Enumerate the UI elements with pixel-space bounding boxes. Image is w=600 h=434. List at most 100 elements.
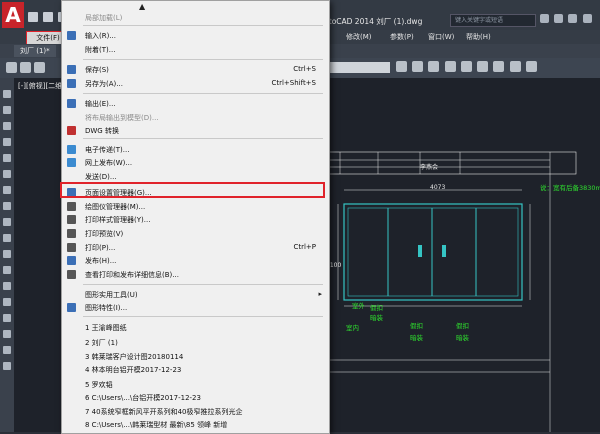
- layer-state-icon[interactable]: [493, 61, 505, 72]
- new-icon[interactable]: [28, 12, 38, 22]
- exchange-icon[interactable]: [554, 14, 564, 23]
- file-menu-item[interactable]: 输出(E)...: [61, 97, 328, 110]
- plotter-icon: [67, 202, 76, 211]
- file-menu-item[interactable]: 4 林本明台铝开模2017-12-23: [61, 363, 328, 376]
- etransmit-icon: [67, 145, 76, 154]
- help-icon[interactable]: [568, 14, 578, 23]
- color-icon[interactable]: [396, 61, 407, 72]
- ellipse-tool-icon[interactable]: [3, 218, 11, 226]
- file-menu-item[interactable]: 6 C:\Users\...\台铝开模2017-12-23: [61, 391, 328, 404]
- file-menu-item[interactable]: 2 刘厂 (1): [61, 336, 328, 349]
- file-menu-item[interactable]: 1 王渝峰图纸: [61, 321, 328, 334]
- menu-separator: [83, 93, 323, 94]
- draw-line-icon[interactable]: [6, 62, 17, 73]
- menu-item-label: 打印(P)...: [85, 244, 116, 252]
- file-menu-item[interactable]: 5 罗欢韬: [61, 378, 328, 391]
- file-menu-item[interactable]: 绘图仪管理器(M)...: [61, 200, 328, 213]
- file-menu-item[interactable]: 打印样式管理器(Y)...: [61, 213, 328, 226]
- file-menu-item[interactable]: 7 40系统窄框新风平开系列和40极窄推拉系列光企: [61, 405, 328, 418]
- menu-item-label: 2 刘厂 (1): [85, 339, 118, 347]
- cloud-tool-icon[interactable]: [3, 186, 11, 194]
- draw-polyline-icon[interactable]: [20, 62, 31, 73]
- preview-icon: [67, 229, 76, 238]
- file-menu-item[interactable]: 打印(P)... Ctrl+P: [61, 241, 328, 254]
- region-tool-icon[interactable]: [3, 314, 11, 322]
- dwg-convert-icon: [67, 126, 76, 135]
- properties-icon: [67, 303, 76, 312]
- circle-tool-icon[interactable]: [3, 170, 11, 178]
- menu-help[interactable]: 帮助(H): [466, 32, 491, 42]
- user-icon[interactable]: [540, 14, 549, 23]
- file-menu-item[interactable]: 打印预览(V): [61, 227, 328, 240]
- polyline-tool-icon[interactable]: [3, 106, 11, 114]
- menu-modify[interactable]: 修改(M): [346, 32, 372, 42]
- drawing-label: 暗装: [370, 314, 383, 322]
- match-icon[interactable]: [428, 61, 440, 72]
- file-menu-item[interactable]: 保存(S) Ctrl+S: [61, 63, 328, 76]
- sun-icon[interactable]: [460, 61, 472, 72]
- menu-item-label: 7 40系统窄框新风平开系列和40极窄推拉系列光企: [85, 408, 243, 416]
- spline-tool-icon[interactable]: [3, 202, 11, 210]
- menu-item-shortcut: Ctrl+S: [293, 65, 316, 73]
- file-menu-item[interactable]: 附着(T)...: [61, 43, 328, 56]
- file-menu-item[interactable]: 输入(R)...: [61, 29, 328, 42]
- make-block-icon[interactable]: [3, 250, 11, 258]
- menu-item-label: 输入(R)...: [85, 32, 117, 40]
- publish-web-icon: [67, 158, 76, 167]
- hatch-tool-icon[interactable]: [3, 282, 11, 290]
- close-icon[interactable]: [582, 14, 592, 23]
- file-menu-item[interactable]: 图形特性(I)...: [61, 301, 328, 314]
- lock-icon[interactable]: [477, 61, 489, 72]
- save-icon: [67, 65, 76, 74]
- menu-item-label: 图形特性(I)...: [85, 304, 128, 312]
- file-menu-item[interactable]: 发布(H)...: [61, 254, 328, 267]
- menu-parameters[interactable]: 参数(P): [390, 32, 414, 42]
- point-tool-icon[interactable]: [3, 266, 11, 274]
- cad-drawing: [327, 151, 577, 432]
- light-bulb-icon[interactable]: [444, 61, 456, 72]
- draw-arc-icon[interactable]: [34, 62, 45, 73]
- menu-item-label: 发布(H)...: [85, 257, 117, 265]
- gradient-tool-icon[interactable]: [3, 298, 11, 306]
- file-menu-item[interactable]: 8 C:\Users\...\韩莱瑞型材 最新\85 领峰 新增: [61, 418, 328, 431]
- file-menu-item[interactable]: DWG 转换: [61, 124, 328, 137]
- menu-item-label: 保存(S): [85, 66, 109, 74]
- menu-item-label: 网上发布(W)...: [85, 159, 133, 167]
- file-menu-item[interactable]: 3 韩莱瑞客户设计图20180114: [61, 350, 328, 363]
- menu-item-shortcut: Ctrl+P: [293, 243, 316, 251]
- import-icon: [67, 31, 76, 40]
- menu-item-label: 查看打印和发布详细信息(B)...: [85, 271, 179, 279]
- polygon-tool-icon[interactable]: [3, 122, 11, 130]
- menu-item-label: 8 C:\Users\...\韩莱瑞型材 最新\85 领峰 新增: [85, 421, 228, 429]
- application-menu-button[interactable]: A: [2, 2, 24, 28]
- file-menu-item[interactable]: 电子传递(T)...: [61, 143, 328, 156]
- file-menu-item[interactable]: 网上发布(W)...: [61, 156, 328, 169]
- open-icon[interactable]: [43, 12, 54, 22]
- drawing-header-name: 李燕会: [420, 164, 439, 171]
- menu-separator: [83, 25, 323, 26]
- menu-window[interactable]: 窗口(W): [428, 32, 454, 42]
- isolate-icon[interactable]: [509, 61, 521, 72]
- line-tool-icon[interactable]: [3, 90, 11, 98]
- menu-item-label: 电子传递(T)...: [85, 146, 130, 154]
- drawing-label: 暗装: [456, 334, 469, 342]
- rectangle-tool-icon[interactable]: [3, 138, 11, 146]
- layer-dropdown[interactable]: [330, 62, 390, 73]
- file-menu-item: 将布局输出到模型(D)...: [61, 111, 328, 124]
- file-menu-item[interactable]: 查看打印和发布详细信息(B)...: [61, 268, 328, 281]
- search-input[interactable]: 键入关键字或短语: [450, 14, 536, 27]
- drawing-label: 假扣: [410, 322, 423, 330]
- freeze-icon[interactable]: [525, 61, 537, 72]
- text-tool-icon[interactable]: [3, 346, 11, 354]
- drawing-label: 假扣: [370, 304, 383, 312]
- table-tool-icon[interactable]: [3, 330, 11, 338]
- insert-block-icon[interactable]: [3, 234, 11, 242]
- menu-item-label: 将布局输出到模型(D)...: [85, 114, 159, 122]
- document-tab[interactable]: 刘厂 (1)*: [14, 45, 56, 57]
- arc-tool-icon[interactable]: [3, 154, 11, 162]
- file-menu-item[interactable]: 图形实用工具(U) ▸: [61, 288, 328, 301]
- plot-style-icon: [67, 215, 76, 224]
- layer-icon[interactable]: [412, 61, 424, 72]
- add-tool-icon[interactable]: [3, 362, 11, 370]
- file-menu-item[interactable]: 另存为(A)... Ctrl+Shift+S: [61, 77, 328, 90]
